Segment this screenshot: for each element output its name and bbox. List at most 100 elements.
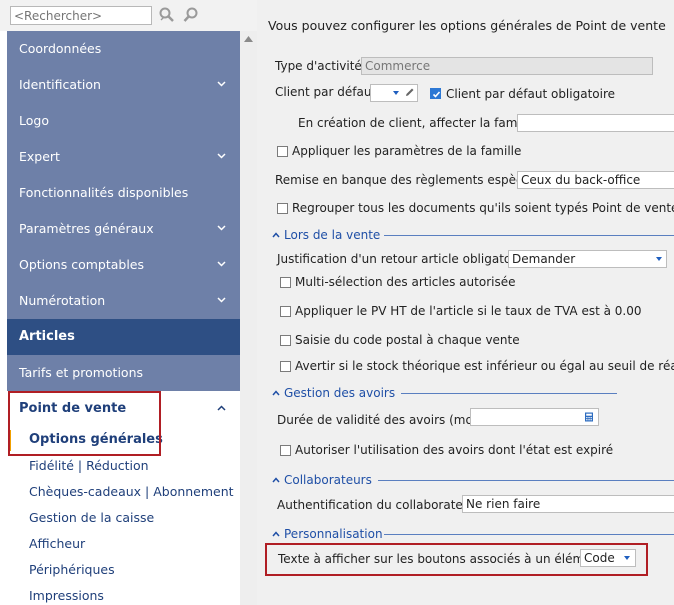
sub-item-afficheur[interactable]: Afficheur [7,531,240,557]
sub-item-peripheriques[interactable]: Périphériques [7,557,240,583]
sub-item-label: Impressions [29,588,104,603]
sub-item-gestion-caisse[interactable]: Gestion de la caisse [7,505,240,531]
sidebar-item-coordonnees[interactable]: Coordonnées [7,31,240,67]
settings-panel: Vous pouvez configurer les options génér… [257,0,674,605]
search-bar [0,0,257,31]
activity-type-field: Commerce [361,57,653,75]
family-on-create-field[interactable] [517,114,674,132]
collapse-caret-icon [272,390,280,396]
sidebar-item-parametres-generaux[interactable]: Paramètres généraux [7,211,240,247]
sub-item-label: Chèques-cadeaux | Abonnement [29,484,234,499]
page-intro: Vous pouvez configurer les options génér… [268,18,666,33]
return-justification-label: Justification d'un retour article obliga… [277,252,527,266]
sidebar-item-label: Options comptables [19,257,145,272]
sidebar-item-label: Paramètres généraux [19,221,154,236]
dropdown-arrow-icon [393,91,399,95]
sidebar-item-label: Articles [19,329,75,344]
multi-select-checkbox[interactable] [280,277,291,288]
cash-deposit-select[interactable]: Ceux du back-office [517,171,674,189]
cash-deposit-label: Remise en banque des règlements espèces [275,173,537,187]
sidebar-item-numerotation[interactable]: Numérotation [7,283,240,319]
sidebar-item-logo[interactable]: Logo [7,103,240,139]
credit-validity-label: Durée de validité des avoirs (mois) [277,413,488,427]
dropdown-arrow-icon [656,257,662,261]
calculator-icon[interactable] [584,412,594,422]
group-documents-label: Regrouper tous les documents qu'ils soie… [292,201,674,215]
sub-item-label: Options générales [29,432,163,447]
section-divider [384,534,674,535]
sidebar-item-label: Expert [19,149,60,164]
sidebar-item-options-comptables[interactable]: Options comptables [7,247,240,283]
postal-code-checkbox[interactable] [280,335,291,346]
sub-item-options-generales[interactable]: Options générales [7,427,240,453]
section-header-credits[interactable]: Gestion des avoirs [272,386,617,401]
section-header-staff[interactable]: Collaborateurs [272,473,674,488]
apply-family-params-checkbox[interactable] [277,146,288,157]
section-title: Lors de la vente [284,228,381,242]
activity-type-label: Type d'activité [275,59,362,73]
sidebar-item-fonctionnalites[interactable]: Fonctionnalités disponibles [7,175,240,211]
search-input[interactable] [10,6,152,25]
staff-auth-select[interactable]: Ne rien faire [462,495,674,513]
default-client-field[interactable] [370,84,418,102]
sidebar-item-label: Tarifs et promotions [19,365,144,380]
sidebar-item-tarifs-promotions[interactable]: Tarifs et promotions [7,355,240,391]
collapse-caret-icon [272,531,280,537]
dropdown-arrow-icon [624,556,630,560]
multi-select-label: Multi-sélection des articles autorisée [295,275,516,289]
section-divider [378,480,674,481]
apply-pv-ht-label: Appliquer le PV HT de l'article si le ta… [295,304,642,318]
navigation-menu: Coordonnées Identification Logo Expert F… [7,31,240,605]
sidebar-item-identification[interactable]: Identification [7,67,240,103]
sidebar: Coordonnées Identification Logo Expert F… [0,0,257,605]
sidebar-item-label: Identification [19,77,101,92]
sidebar-item-point-de-vente[interactable]: Point de vente [7,391,240,427]
family-on-create-label: En création de client, affecter la famil… [298,116,535,130]
apply-family-params-label: Appliquer les paramètres de la famille [292,144,522,158]
allow-expired-credits-label: Autoriser l'utilisation des avoirs dont … [295,443,614,457]
section-title: Personnalisation [284,527,383,541]
staff-auth-label: Authentification du collaborateur [277,498,476,512]
sidebar-item-label: Logo [19,113,49,128]
sub-item-label: Périphériques [29,562,115,577]
scroll-up-icon[interactable] [244,36,253,42]
section-divider [401,393,617,394]
pencil-icon[interactable] [404,87,415,98]
sidebar-item-label: Coordonnées [19,41,102,56]
search-icon[interactable] [158,6,176,24]
sidebar-item-articles[interactable]: Articles [7,319,240,355]
stock-warning-checkbox[interactable] [280,361,291,372]
collapse-caret-icon [272,477,280,483]
group-documents-checkbox[interactable] [277,203,288,214]
apply-pv-ht-checkbox[interactable] [280,306,291,317]
sub-item-label: Gestion de la caisse [29,510,155,525]
sidebar-item-label: Fonctionnalités disponibles [19,185,189,200]
select-value: Code [584,551,615,565]
sidebar-item-label: Point de vente [19,401,127,416]
sidebar-item-expert[interactable]: Expert [7,139,240,175]
chevron-down-icon [217,225,226,231]
button-text-select[interactable]: Code [580,549,636,567]
sidebar-scrollbar[interactable] [240,31,257,605]
section-divider [384,235,674,236]
return-justification-select[interactable]: Demander [508,250,667,268]
sidebar-item-label: Numérotation [19,293,106,308]
chevron-up-icon [217,405,226,411]
section-header-customization[interactable]: Personnalisation [272,527,674,542]
collapse-caret-icon [272,232,280,238]
chevron-down-icon [217,261,226,267]
sub-item-fidelite[interactable]: Fidélité | Réduction [7,453,240,479]
chevron-down-icon [217,297,226,303]
mandatory-client-label: Client par défaut obligatoire [446,87,616,101]
sub-item-cheques-cadeaux[interactable]: Chèques-cadeaux | Abonnement [7,479,240,505]
default-client-label: Client par défaut [275,85,377,99]
mandatory-client-checkbox[interactable] [430,88,441,99]
select-value: Demander [512,252,576,266]
allow-expired-credits-checkbox[interactable] [280,445,291,456]
section-header-sale[interactable]: Lors de la vente [272,228,674,243]
sub-item-label: Fidélité | Réduction [29,458,149,473]
advanced-search-icon[interactable] [182,6,200,24]
credit-validity-field[interactable] [470,408,599,426]
button-text-label: Texte à afficher sur les boutons associé… [278,552,604,566]
sub-item-impressions[interactable]: Impressions [7,583,240,605]
